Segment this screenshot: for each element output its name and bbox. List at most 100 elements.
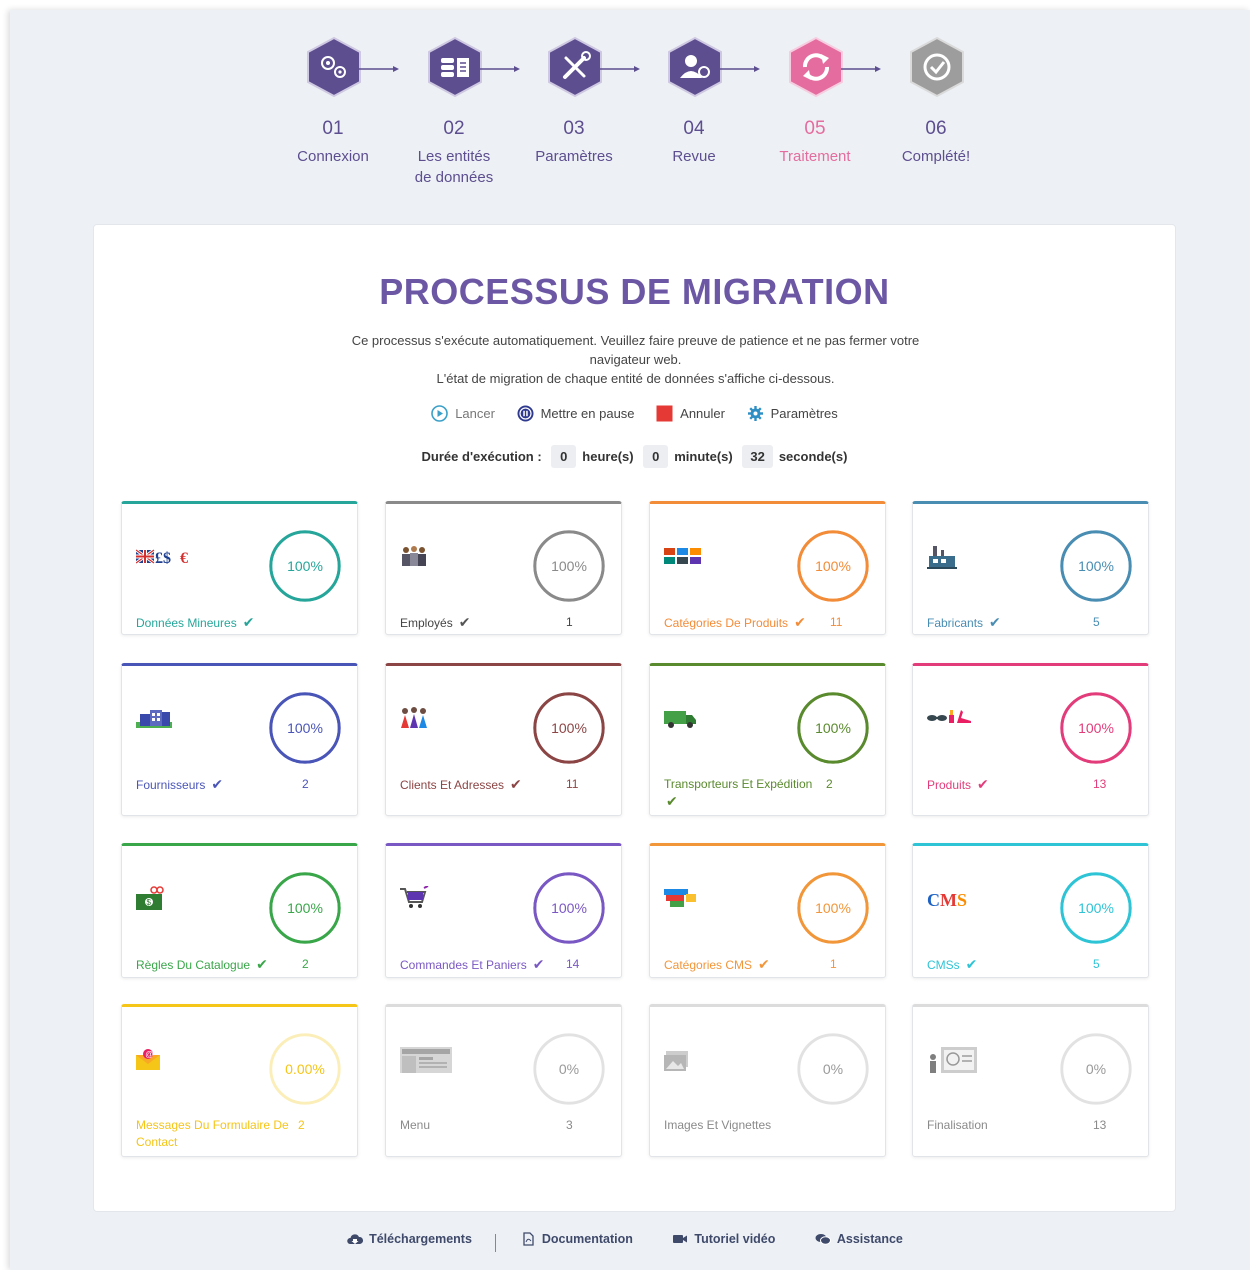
footer-divider: [495, 1233, 497, 1252]
entity-tile: 0% Menu 3: [385, 1004, 622, 1157]
progress-percent: 0%: [558, 1061, 580, 1077]
svg-text:@: @: [145, 1050, 153, 1059]
cloud-download-icon: [347, 1234, 364, 1244]
documentation-label: Documentation: [541, 1232, 633, 1246]
step-number: 01: [322, 118, 344, 139]
progress-percent: 100%: [815, 558, 851, 574]
cms-icon: CMS: [927, 890, 967, 910]
entity-name: Catégories CMS ✔: [664, 956, 824, 974]
documentation-link[interactable]: Documentation: [520, 1232, 633, 1246]
step-label: Paramètres: [535, 148, 613, 165]
start-label: Lancer: [455, 406, 495, 422]
checkmark-icon: ✔: [211, 776, 224, 792]
progress-percent: 0%: [822, 1061, 844, 1077]
entity-name-text: CMSs: [927, 958, 960, 972]
settings-button[interactable]: Paramètres: [747, 405, 838, 422]
minutes-unit: minute(s): [674, 449, 733, 464]
wizard-steps: 01 Connexion 02 Les entités de données 0…: [0, 30, 1250, 200]
downloads-link[interactable]: Téléchargements: [347, 1232, 472, 1246]
execution-duration: Durée d'exécution : 0 heure(s) 0 minute(s)…: [94, 445, 1175, 468]
checkmark-icon: ✔: [989, 614, 1001, 630]
duration-label: Durée d'exécution :: [421, 449, 542, 464]
step-parametres[interactable]: 03 Paramètres: [514, 30, 640, 167]
svg-text:£$: £$: [155, 550, 171, 567]
step-number: 05: [804, 118, 826, 139]
entity-name-text: Messages Du Formulaire De Contact: [136, 1118, 289, 1149]
downloads-label: Téléchargements: [369, 1232, 472, 1246]
entity-name-text: Menu: [400, 1118, 431, 1132]
entity-name: Données Mineures ✔: [136, 614, 296, 632]
entity-name-text: Images Et Vignettes: [664, 1118, 772, 1132]
pause-button[interactable]: Mettre en pause: [517, 405, 635, 422]
entity-tile: 100% Clients Et Adresses ✔ 11: [385, 663, 622, 816]
step-revue[interactable]: 04 Revue: [634, 30, 760, 167]
entity-name-text: Clients Et Adresses: [400, 778, 505, 792]
connection-gears-icon: [307, 36, 361, 98]
entity-name-text: Fournisseurs: [136, 778, 206, 792]
entity-name: Produits ✔: [927, 776, 1087, 794]
entity-tile: £$ €100% Données Mineures ✔: [121, 501, 358, 635]
entity-count: 11: [830, 615, 843, 629]
pdf-document-icon: [523, 1232, 534, 1246]
check-complete-icon: [910, 36, 964, 98]
minutes-value: 0: [643, 445, 669, 468]
video-tutorial-link[interactable]: Tutoriel vidéo: [672, 1232, 775, 1246]
pause-circle-icon: [517, 405, 534, 422]
hours-unit: heure(s): [582, 449, 634, 464]
checkmark-icon: ✔: [256, 956, 268, 972]
progress-percent: 0%: [1085, 1061, 1107, 1077]
products-icon: [927, 710, 971, 723]
progress-percent: 100%: [287, 900, 323, 916]
cancel-button[interactable]: Annuler: [656, 405, 725, 422]
migration-controls: Lancer Mettre en pause Annuler Paramètre…: [94, 405, 1175, 422]
mail-icon: @: [136, 1049, 160, 1070]
entity-count: 3: [566, 1118, 573, 1132]
user-review-icon: [668, 36, 722, 98]
support-link[interactable]: Assistance: [815, 1232, 903, 1246]
entity-tile: 100% Fournisseurs ✔ 2: [121, 663, 358, 816]
entity-count: 11: [566, 777, 579, 791]
footer-links: Téléchargements Documentation Tutoriel v…: [0, 1232, 1250, 1252]
description-line-2: L'état de migration de chaque entité de …: [436, 371, 835, 386]
step-connexion[interactable]: 01 Connexion: [273, 30, 399, 167]
entity-name-text: Règles Du Catalogue: [136, 958, 251, 972]
entity-name: Règles Du Catalogue ✔: [136, 956, 296, 974]
entity-name-text: Catégories De Produits: [664, 616, 789, 630]
entity-name-text: Finalisation: [927, 1118, 988, 1132]
factory-icon: [927, 546, 957, 569]
step-number: 06: [925, 118, 947, 139]
checkmark-icon: ✔: [532, 956, 545, 972]
step-entities[interactable]: 02 Les entités de données: [394, 30, 520, 188]
progress-percent: 100%: [287, 558, 323, 574]
suppliers-icon: [136, 710, 172, 728]
images-icon: [664, 1051, 688, 1071]
entity-name: Transporteurs Et Expédition ✔: [664, 776, 824, 810]
entity-tile: 0% Finalisation 13: [912, 1004, 1149, 1157]
entity-count: 2: [302, 957, 309, 971]
step-label: Les entités de données: [414, 148, 494, 186]
database-entities-icon: [428, 36, 482, 98]
entity-tile: 100% Transporteurs Et Expédition ✔ 2: [649, 663, 886, 816]
truck-icon: [664, 711, 696, 728]
video-camera-icon: [673, 1235, 688, 1243]
customers-icon: [401, 707, 427, 728]
entity-name: Finalisation: [927, 1117, 1087, 1134]
entity-name: Messages Du Formulaire De Contact: [136, 1117, 296, 1151]
entity-count: 2: [302, 777, 309, 791]
support-label: Assistance: [836, 1232, 903, 1246]
migration-card: PROCESSUS DE MIGRATION Ce processus s'ex…: [93, 224, 1176, 1212]
step-complete[interactable]: 06 Complété!: [876, 30, 996, 167]
entity-name: Fabricants ✔: [927, 614, 1087, 632]
entity-tile: 100% Commandes Et Paniers ✔ 14: [385, 843, 622, 978]
gear-icon: [747, 406, 763, 422]
entity-tile: 0% Images Et Vignettes: [649, 1004, 886, 1157]
svg-text:€: €: [180, 550, 188, 567]
entity-tile: @0.00% Messages Du Formulaire De Contact 2: [121, 1004, 358, 1157]
step-traitement[interactable]: 05 Traitement: [755, 30, 881, 167]
step-label: Revue: [672, 148, 716, 165]
start-button[interactable]: Lancer: [431, 405, 495, 422]
catalog-rules-icon: $: [136, 886, 164, 910]
entity-count: 1: [566, 615, 573, 629]
progress-percent: 100%: [815, 900, 851, 916]
progress-percent: 100%: [815, 720, 851, 736]
